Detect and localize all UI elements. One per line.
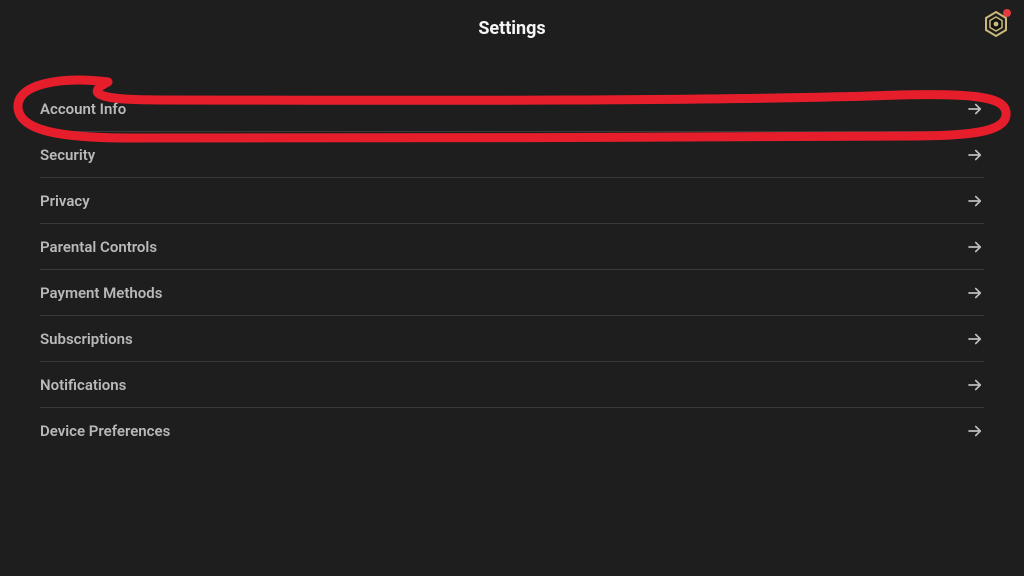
settings-row-account-info[interactable]: Account Info [40,86,984,132]
settings-list: Account Info Security Privacy Parental C… [0,56,1024,454]
settings-row-security[interactable]: Security [40,132,984,178]
arrow-right-icon [966,422,984,440]
settings-row-label: Parental Controls [40,238,157,256]
settings-row-label: Security [40,146,95,164]
settings-row-privacy[interactable]: Privacy [40,178,984,224]
notification-dot-icon [1003,9,1011,17]
arrow-right-icon [966,284,984,302]
settings-row-payment-methods[interactable]: Payment Methods [40,270,984,316]
arrow-right-icon [966,238,984,256]
page-title: Settings [478,18,545,39]
settings-row-notifications[interactable]: Notifications [40,362,984,408]
settings-row-label: Payment Methods [40,284,162,302]
arrow-right-icon [966,376,984,394]
app-logo-icon[interactable] [982,10,1010,38]
arrow-right-icon [966,330,984,348]
settings-row-device-preferences[interactable]: Device Preferences [40,408,984,454]
settings-row-label: Notifications [40,376,126,394]
arrow-right-icon [966,100,984,118]
arrow-right-icon [966,146,984,164]
arrow-right-icon [966,192,984,210]
settings-row-label: Device Preferences [40,422,170,440]
settings-row-parental-controls[interactable]: Parental Controls [40,224,984,270]
settings-row-label: Privacy [40,192,90,210]
settings-row-subscriptions[interactable]: Subscriptions [40,316,984,362]
settings-row-label: Subscriptions [40,330,133,348]
header: Settings [0,0,1024,56]
settings-row-label: Account Info [40,100,126,118]
